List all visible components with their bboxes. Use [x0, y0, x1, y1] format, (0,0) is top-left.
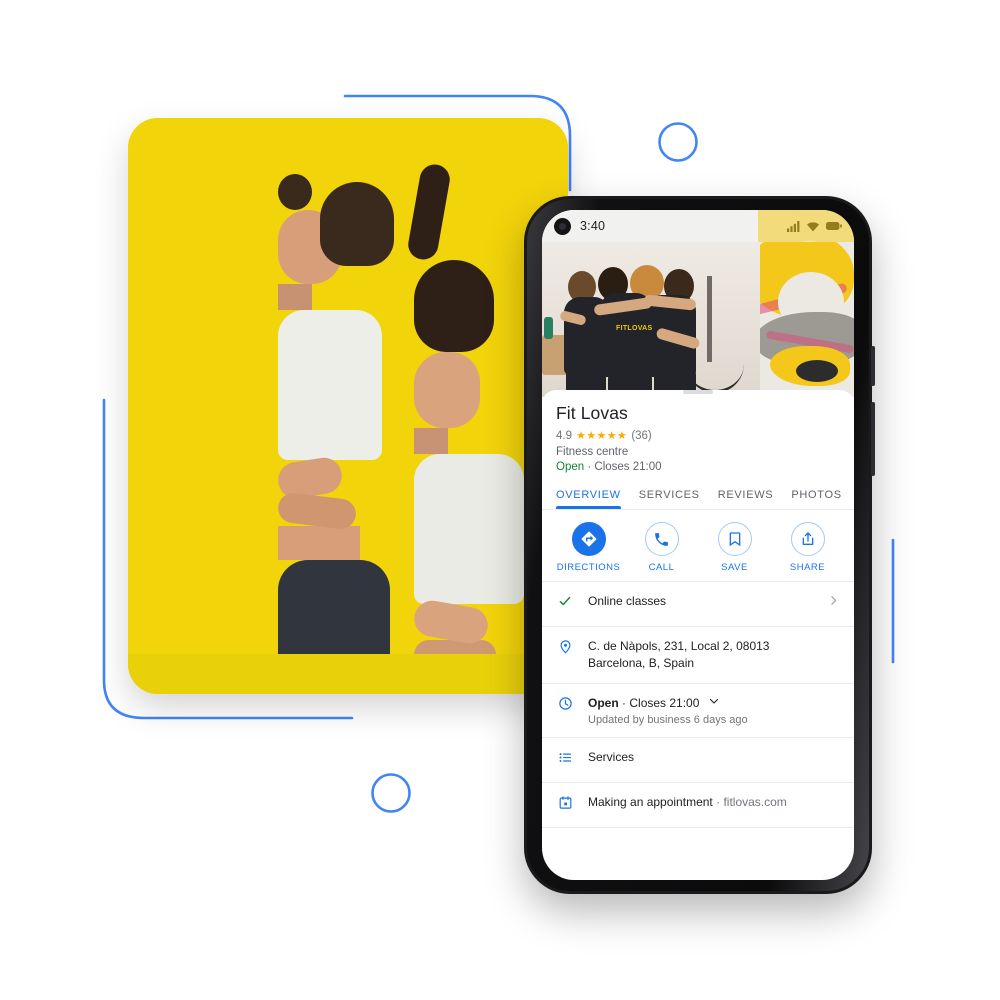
address-line-1: C. de Nàpols, 231, Local 2, 08013 [588, 639, 770, 653]
hours-separator: · [622, 696, 627, 711]
tab-reviews[interactable]: REVIEWS [718, 483, 774, 509]
status-bar-time: 3:40 [580, 219, 606, 233]
services-row[interactable]: Services [542, 738, 854, 784]
status-bar: 3:40 [542, 210, 854, 242]
appointment-separator: · [716, 795, 721, 810]
share-label: SHARE [789, 562, 826, 573]
review-count: (36) [631, 429, 652, 442]
punch-hole-camera-icon [554, 217, 571, 235]
bookmark-icon [717, 522, 752, 556]
phone-screen: 3:40 FITLOVAS Fit Lovas 4.9 ★★★★★ (36) F… [542, 210, 854, 880]
circle-outline-bottom [371, 773, 411, 813]
team-group-hug-photo[interactable]: FITLOVAS [542, 242, 760, 397]
share-icon [790, 522, 825, 556]
tab-photos[interactable]: PHOTOS [791, 483, 841, 509]
services-label: Services [588, 750, 635, 765]
chevron-down-icon[interactable] [708, 695, 720, 712]
hours-row[interactable]: Open · Closes 21:00 Updated by business … [542, 684, 854, 739]
clock-icon [556, 695, 574, 711]
rating-row[interactable]: 4.9 ★★★★★ (36) [556, 429, 840, 443]
call-button[interactable]: CALL [625, 522, 698, 573]
page-title: Fit Lovas [556, 403, 628, 423]
hours-updated-note: Updated by business 6 days ago [588, 714, 748, 727]
address-row[interactable]: C. de Nàpols, 231, Local 2, 08013 Barcel… [542, 627, 854, 685]
hours-closes: Closes 21:00 [629, 696, 700, 711]
directions-button[interactable]: DIRECTIONS [552, 522, 625, 573]
online-classes-label: Online classes [588, 594, 667, 608]
save-button[interactable]: SAVE [698, 522, 771, 573]
hero-photo-card [128, 118, 568, 694]
photo-strip: FITLOVAS [542, 242, 854, 397]
place-detail-sheet: Fit Lovas 4.9 ★★★★★ (36) Fitness centre … [542, 390, 854, 829]
gym-mural-photo[interactable] [760, 242, 854, 397]
open-label: Open [556, 461, 585, 473]
closes-label: Closes 21:00 [594, 461, 662, 473]
list-icon [556, 749, 574, 765]
tab-overview[interactable]: OVERVIEW [556, 483, 621, 509]
page-canvas: 3:40 FITLOVAS Fit Lovas 4.9 ★★★★★ (36) F… [0, 0, 1000, 1000]
phone-icon [644, 522, 679, 556]
hours-status: Open [588, 696, 619, 711]
business-open-status: Open · Closes 21:00 [556, 461, 840, 473]
phone-mockup: 3:40 FITLOVAS Fit Lovas 4.9 ★★★★★ (36) F… [524, 196, 875, 894]
directions-label: DIRECTIONS [556, 562, 621, 573]
phone-volume-button [871, 346, 875, 386]
business-header: Fit Lovas 4.9 ★★★★★ (36) Fitness centre … [542, 394, 854, 473]
phone-power-button [871, 402, 875, 476]
rating-value: 4.9 [556, 429, 572, 442]
share-button[interactable]: SHARE [771, 522, 844, 573]
save-label: SAVE [721, 562, 748, 573]
chevron-right-icon [827, 593, 840, 612]
check-icon [556, 593, 574, 608]
directions-icon [571, 522, 606, 556]
athlete-figure-left [275, 174, 428, 694]
action-bar: DIRECTIONS CALL SAVE SHARE [542, 510, 854, 582]
shirt-logo: FITLOVAS [616, 325, 653, 332]
appointment-site[interactable]: fitlovas.com [723, 795, 786, 809]
appointment-label: Making an appointment [588, 795, 713, 810]
status-separator: · [587, 461, 592, 473]
tab-bar: OVERVIEW SERVICES REVIEWS PHOTOS [542, 483, 854, 510]
tab-services[interactable]: SERVICES [639, 483, 700, 509]
circle-outline-top [658, 122, 698, 162]
calendar-icon [556, 794, 574, 810]
star-icons: ★★★★★ [576, 430, 628, 442]
status-bar-photo-bleed [758, 210, 854, 242]
floor-strip [128, 654, 568, 694]
online-classes-row[interactable]: Online classes [542, 582, 854, 627]
business-category: Fitness centre [556, 446, 629, 458]
call-label: CALL [648, 562, 675, 573]
appointment-row[interactable]: Making an appointment · fitlovas.com [542, 783, 854, 829]
location-pin-icon [556, 638, 574, 654]
address-line-2: Barcelona, B, Spain [588, 656, 695, 671]
